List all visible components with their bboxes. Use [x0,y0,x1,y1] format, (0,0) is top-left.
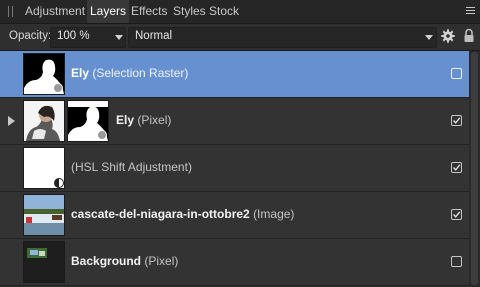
visibility-checkbox[interactable] [451,209,462,220]
layer-label: Ely (Selection Raster) [71,66,188,80]
layer-row-background[interactable]: Background (Pixel) [0,239,469,286]
layer-thumbnail [23,241,65,283]
blend-mode-value: Normal [135,30,173,42]
opacity-dropdown[interactable]: 100 % [50,27,126,48]
scrollbar-thumb[interactable] [471,52,478,285]
layer-type: (Image) [253,207,295,221]
panel-tab-bar: Adjustment Layers Effects Styles Stock [0,0,480,24]
tab-layers[interactable]: Layers [87,0,130,23]
layer-name: cascate-del-niagara-in-ottobre2 [71,207,250,221]
layer-type: (HSL Shift Adjustment) [71,160,192,174]
tab-stock[interactable]: Stock [206,0,242,23]
visibility-checkbox[interactable] [451,162,462,173]
layer-thumbnail [23,194,65,236]
layer-thumbnail [23,100,65,142]
opacity-label: Opacity: [9,30,52,42]
tab-adjustment[interactable]: Adjustment [22,0,88,23]
panel-grip-handle[interactable] [8,6,14,17]
layer-row-ely-pixel[interactable]: Ely (Pixel) [0,98,469,145]
visibility-checkbox[interactable] [451,68,462,79]
opacity-value: 100 % [57,30,90,42]
expand-arrow-icon[interactable] [8,116,15,126]
layer-row-niagara-image[interactable]: cascate-del-niagara-in-ottobre2 (Image) [0,192,469,239]
chevron-down-icon [425,35,433,40]
layer-name: Ely [71,66,90,80]
blend-mode-dropdown[interactable]: Normal [128,27,437,48]
tab-effects[interactable]: Effects [128,0,170,23]
tab-styles[interactable]: Styles [170,0,209,23]
layer-name: Ely [116,113,135,127]
gear-icon[interactable] [441,29,455,43]
layer-row-hsl-shift[interactable]: (HSL Shift Adjustment) [0,145,469,192]
layers-toolbar: Opacity: 100 % Normal [0,24,480,51]
layer-label: cascate-del-niagara-in-ottobre2 (Image) [71,207,294,221]
layer-type: (Pixel) [137,113,172,127]
layer-label: Ely (Pixel) [116,113,171,127]
layer-label: Background (Pixel) [71,254,178,268]
chevron-down-icon [115,35,123,40]
layer-row-selection-raster[interactable]: Ely (Selection Raster) [0,51,469,98]
layer-type: (Selection Raster) [92,66,189,80]
layer-type: (Pixel) [144,254,179,268]
hamburger-icon[interactable] [466,7,475,15]
layer-mask-thumbnail [67,100,109,142]
visibility-checkbox[interactable] [451,256,462,267]
layer-label: (HSL Shift Adjustment) [71,160,192,174]
layer-name: Background [71,254,142,268]
layer-thumbnail [23,147,65,189]
lock-icon[interactable] [463,28,475,43]
layer-thumbnail [23,53,65,95]
visibility-checkbox[interactable] [451,115,462,126]
